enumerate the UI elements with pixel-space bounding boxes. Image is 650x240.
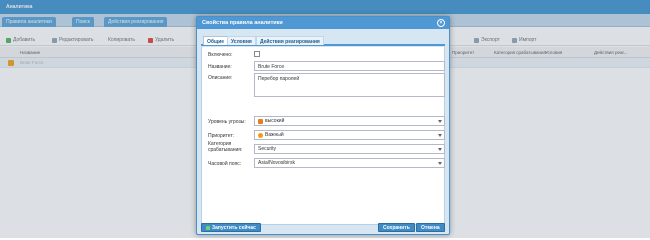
cancel-label: Отмена (421, 224, 440, 231)
name-label: Название: (208, 64, 232, 70)
threat-level-label: Уровень угрозы: (208, 119, 246, 125)
chevron-down-icon (438, 120, 442, 123)
category-select[interactable]: Security (254, 144, 445, 154)
play-icon (206, 225, 210, 230)
chevron-down-icon (438, 148, 442, 151)
run-now-label: Запустить сейчас (212, 224, 256, 231)
timezone-value: Asia/Novosibirsk (258, 160, 295, 166)
chevron-down-icon (438, 162, 442, 165)
timezone-label: Часовой пояс: (208, 161, 242, 167)
dialog-header: Свойства правила аналитики × (197, 17, 449, 29)
priority-icon (258, 132, 263, 138)
rule-properties-dialog: Свойства правила аналитики × Общие Услов… (196, 16, 450, 235)
dialog-tab-bar: Общие Условия Действия реагирования (201, 35, 445, 46)
threat-level-icon (258, 118, 263, 124)
save-label: Сохранить (383, 224, 410, 231)
dialog-footer: Запустить сейчас Сохранить Отмена (197, 222, 449, 234)
timezone-select[interactable]: Asia/Novosibirsk (254, 158, 445, 168)
priority-select[interactable]: Важный (254, 130, 445, 140)
enabled-checkbox[interactable] (254, 51, 260, 57)
tab-conditions[interactable]: Условия (227, 36, 256, 45)
dialog-title: Свойства правила аналитики (202, 20, 283, 26)
name-field[interactable]: Brute Force (254, 61, 445, 71)
run-now-button[interactable]: Запустить сейчас (201, 223, 261, 232)
general-form: Включено: Название: Brute Force Описание… (201, 47, 445, 225)
save-button[interactable]: Сохранить (378, 223, 415, 232)
tab-actions[interactable]: Действия реагирования (256, 36, 324, 45)
description-field[interactable]: Перебор паролей (254, 73, 445, 97)
chevron-down-icon (438, 134, 442, 137)
tab-general[interactable]: Общие (203, 36, 229, 45)
category-label: Категория срабатывания: (208, 141, 243, 153)
cancel-button[interactable]: Отмена (416, 223, 445, 232)
description-label: Описание: (208, 75, 233, 81)
priority-label: Приоритет: (208, 133, 235, 139)
priority-value: Важный (265, 132, 284, 138)
close-icon[interactable]: × (437, 19, 445, 27)
category-value: Security (258, 146, 277, 152)
threat-level-select[interactable]: высокий (254, 116, 445, 126)
threat-level-value: высокий (265, 118, 285, 124)
enabled-label: Включено: (208, 52, 233, 58)
